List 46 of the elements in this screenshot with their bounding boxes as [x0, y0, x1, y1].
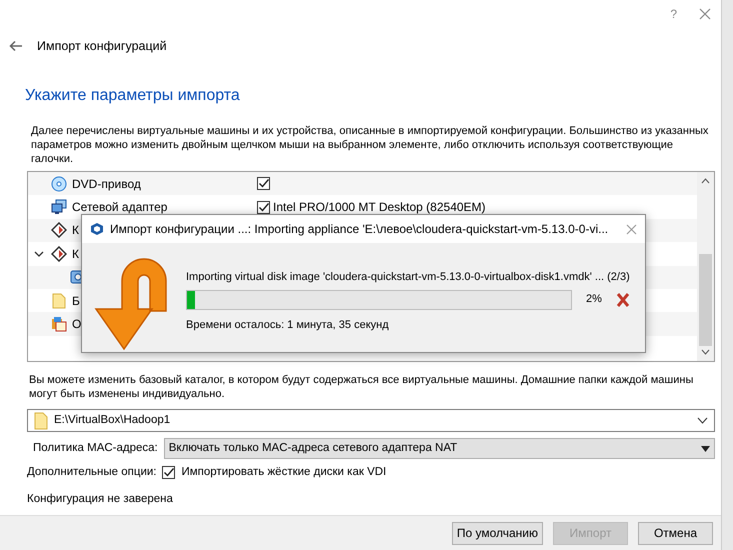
row-label: Сетевой адаптер: [72, 200, 168, 214]
check-icon: [164, 468, 174, 478]
dropdown-arrow-icon: [701, 446, 710, 452]
window-title: Импорт конфигураций: [37, 38, 167, 55]
mac-policy-dropdown[interactable]: Включать только MAC-адреса сетевого адаптера NAT: [164, 438, 715, 459]
check-icon: [258, 179, 268, 188]
scrollbar[interactable]: [697, 172, 714, 361]
row-value: Intel PRO/1000 MT Desktop (82540EM): [273, 199, 486, 216]
folder-icon: [51, 292, 67, 309]
checkbox[interactable]: [257, 177, 270, 190]
checkbox[interactable]: [162, 466, 176, 480]
field-label: Политика MAC-адреса:: [33, 440, 158, 456]
diamond-icon: [51, 222, 67, 238]
description-text: Далее перечислены виртуальные машины и их устройства, описанные в импортируемой конфигурации. Большинство из указанных параметров можно изменить двойным щелчком мыши на выбранном элементе, либо отключить используя соответствующие галочки.: [31, 124, 710, 166]
row-label: О: [72, 317, 82, 332]
chevron-down-icon[interactable]: [34, 250, 44, 258]
dialog-title: Импорт конфигурации ...: Importing appliance 'E:\левое\cloudera-quickstart-vm-5.13.0-0-vi...: [110, 221, 610, 238]
check-icon: [258, 202, 268, 212]
scroll-down-icon[interactable]: [701, 349, 710, 355]
folder-combo[interactable]: E:\VirtualBox\Hadoop1: [27, 409, 715, 432]
field-label: Дополнительные опции:: [27, 465, 156, 480]
folder-icon: [34, 412, 48, 430]
info-text: Вы можете изменить базовый каталог, в котором будут содержаться все виртуальные машины. Домашние папки каждой машины могут быть изменены индивидуально.: [29, 373, 694, 401]
scroll-up-icon[interactable]: [701, 178, 710, 184]
row-label: К: [72, 223, 79, 238]
os-icon: [51, 316, 67, 332]
dialog-button[interactable]: Отмена: [638, 522, 713, 544]
close-icon[interactable]: [699, 8, 711, 20]
checkbox[interactable]: [257, 200, 270, 214]
cancel-icon[interactable]: [616, 292, 630, 308]
page-heading: Укажите параметры импорта: [25, 86, 241, 106]
row-label: К: [72, 246, 79, 261]
diamond-icon: [51, 246, 67, 262]
remaining-time: Времени осталось: 1 минута, 35 секунд: [186, 318, 390, 332]
progress-message: Importing virtual disk image 'cloudera-quickstart-vm-5.13.0-0-virtualbox-disk1.vmdk' ... (2/3): [186, 270, 630, 285]
help-button[interactable]: ?: [670, 5, 677, 23]
row-label: DVD-привод: [72, 176, 141, 191]
checkbox-label: Импортировать жёсткие диски как VDI: [181, 465, 386, 480]
monitor-icon: [51, 199, 67, 216]
close-icon[interactable]: [626, 224, 637, 234]
dialog-button[interactable]: По умолчанию: [452, 522, 543, 544]
percent-text: 2%: [586, 292, 602, 308]
row-label: Б: [72, 294, 80, 308]
status-text: Конфигурация не заверена: [27, 492, 174, 508]
back-arrow-icon[interactable]: [9, 40, 23, 52]
disc-icon: [51, 176, 67, 192]
